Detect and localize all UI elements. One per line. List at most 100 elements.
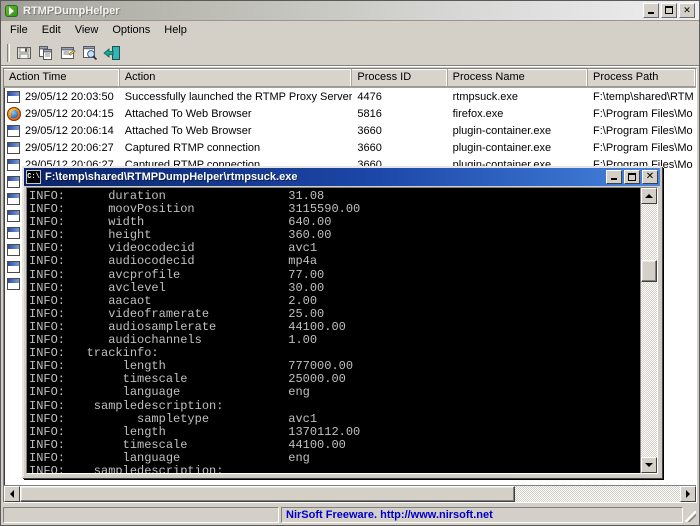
cell-action-time: 29/05/12 20:03:50 — [4, 90, 120, 104]
refresh-button[interactable] — [79, 42, 101, 63]
toolbar-separator — [7, 43, 10, 62]
action-time-text: 29/05/12 20:04:15 — [25, 107, 114, 120]
app-icon — [4, 3, 20, 19]
table-row[interactable]: 29/05/12 20:06:27 Captured RTMP connectio… — [4, 139, 696, 156]
properties-button[interactable] — [57, 42, 79, 63]
console-scroll-track[interactable] — [641, 204, 657, 457]
console-window: C:\ F:\temp\shared\RTMPDumpHelper\rtmpsu… — [22, 166, 662, 478]
scroll-thumb[interactable] — [20, 486, 515, 502]
status-left-pane — [3, 507, 279, 523]
column-header-process-path[interactable]: Process Path — [588, 69, 696, 87]
menu-bar: File Edit View Options Help — [1, 21, 699, 40]
status-bar: NirSoft Freeware. http://www.nirsoft.net — [1, 505, 699, 525]
menu-item-help[interactable]: Help — [157, 22, 194, 39]
refresh-icon — [83, 45, 98, 60]
horizontal-scrollbar[interactable] — [4, 485, 696, 502]
close-icon: ✕ — [645, 171, 655, 182]
window-title: RTMPDumpHelper — [23, 4, 120, 17]
close-button[interactable]: ✕ — [679, 3, 695, 18]
action-time-text: 29/05/12 20:03:50 — [25, 90, 114, 103]
cell-process-id: 3660 — [357, 141, 382, 154]
title-bar: RTMPDumpHelper ✕ — [1, 1, 699, 21]
resize-grip[interactable] — [683, 507, 697, 523]
cell-action: Attached To Web Browser — [124, 124, 252, 137]
column-header-action-time[interactable]: Action Time — [4, 69, 120, 87]
save-button[interactable] — [13, 42, 35, 63]
firefox-icon — [6, 106, 22, 121]
copy-icon — [39, 45, 52, 60]
console-maximize-button[interactable] — [624, 170, 640, 184]
window-icon — [6, 226, 22, 240]
console-title: F:\temp\shared\RTMPDumpHelper\rtmpsuck.e… — [45, 171, 298, 183]
console-body: INFO: duration 31.08 INFO: moovPosition … — [26, 187, 658, 474]
action-time-text: 29/05/12 20:06:14 — [25, 124, 114, 137]
console-title-bar: C:\ F:\temp\shared\RTMPDumpHelper\rtmpsu… — [24, 168, 660, 186]
cell-process-path: F:\Program Files\Mo — [593, 124, 693, 137]
console-output: INFO: duration 31.08 INFO: moovPosition … — [27, 188, 640, 473]
console-icon: C:\ — [26, 170, 41, 184]
cell-process-path: F:\Program Files\Mo — [593, 107, 693, 120]
exit-button[interactable] — [101, 42, 123, 63]
chevron-left-icon — [10, 490, 14, 498]
console-window-controls: ✕ — [606, 170, 658, 184]
window-icon — [6, 209, 22, 223]
minimize-button[interactable] — [643, 3, 659, 18]
cell-process-id: 4476 — [357, 90, 382, 103]
cell-process-path: F:\Program Files\Mo — [593, 141, 693, 154]
cell-process-path: F:\temp\shared\RTM — [593, 90, 694, 103]
cell-process-name: plugin-container.exe — [452, 141, 552, 154]
cell-action-time: 29/05/12 20:04:15 — [4, 106, 120, 121]
menu-item-file[interactable]: File — [3, 22, 35, 39]
console-vertical-scrollbar[interactable] — [640, 188, 657, 473]
window-icon — [6, 90, 22, 104]
exit-icon — [103, 45, 120, 60]
cell-process-id: 3660 — [357, 124, 382, 137]
cell-process-id: 5816 — [357, 107, 382, 120]
scroll-right-button[interactable] — [680, 486, 696, 502]
cell-action: Attached To Web Browser — [124, 107, 252, 120]
cell-action: Successfully launched the RTMP Proxy Ser… — [124, 90, 353, 103]
nirsoft-link[interactable]: NirSoft Freeware. http://www.nirsoft.net — [286, 509, 493, 521]
console-scroll-down-button[interactable] — [641, 457, 657, 473]
column-header-process-name[interactable]: Process Name — [447, 69, 588, 87]
cell-action: Captured RTMP connection — [124, 141, 261, 154]
table-row[interactable]: 29/05/12 20:03:50 Successfully launched t… — [4, 88, 696, 105]
action-time-text: 29/05/12 20:06:27 — [25, 141, 114, 154]
console-close-button[interactable]: ✕ — [642, 170, 658, 184]
properties-icon — [61, 46, 76, 59]
copy-button[interactable] — [35, 42, 57, 63]
table-row[interactable]: 29/05/12 20:06:14 Attached To Web Browser… — [4, 122, 696, 139]
maximize-button[interactable] — [661, 3, 677, 18]
close-icon: ✕ — [683, 5, 691, 15]
window-icon — [6, 277, 22, 291]
window-icon — [6, 192, 22, 206]
window-icon — [6, 243, 22, 257]
list-header: Action Time Action Process ID Process Na… — [4, 69, 696, 88]
console-minimize-button[interactable] — [606, 170, 622, 184]
window-icon — [6, 158, 22, 172]
scroll-track[interactable] — [20, 486, 680, 502]
column-header-action[interactable]: Action — [119, 69, 353, 87]
window-icon — [6, 175, 22, 189]
chevron-right-icon — [686, 490, 690, 498]
window-icon — [6, 141, 22, 155]
table-row[interactable]: 29/05/12 20:04:15 Attached To Web Browser… — [4, 105, 696, 122]
chevron-down-icon — [645, 463, 653, 467]
toolbar — [1, 40, 699, 66]
scroll-left-button[interactable] — [4, 486, 20, 502]
menu-item-view[interactable]: View — [68, 22, 106, 39]
cell-process-name: firefox.exe — [452, 107, 504, 120]
status-right-pane: NirSoft Freeware. http://www.nirsoft.net — [281, 507, 683, 523]
column-header-process-id[interactable]: Process ID — [352, 69, 448, 87]
save-icon — [17, 46, 31, 59]
console-scroll-up-button[interactable] — [641, 188, 657, 204]
cell-action-time: 29/05/12 20:06:27 — [4, 141, 120, 155]
cell-process-name: rtmpsuck.exe — [452, 90, 519, 103]
menu-item-edit[interactable]: Edit — [35, 22, 68, 39]
console-scroll-thumb[interactable] — [641, 259, 657, 283]
window-icon — [6, 124, 22, 138]
chevron-up-icon — [645, 194, 653, 198]
window-controls: ✕ — [643, 3, 697, 18]
menu-item-options[interactable]: Options — [105, 22, 157, 39]
cell-action-time: 29/05/12 20:06:14 — [4, 124, 120, 138]
